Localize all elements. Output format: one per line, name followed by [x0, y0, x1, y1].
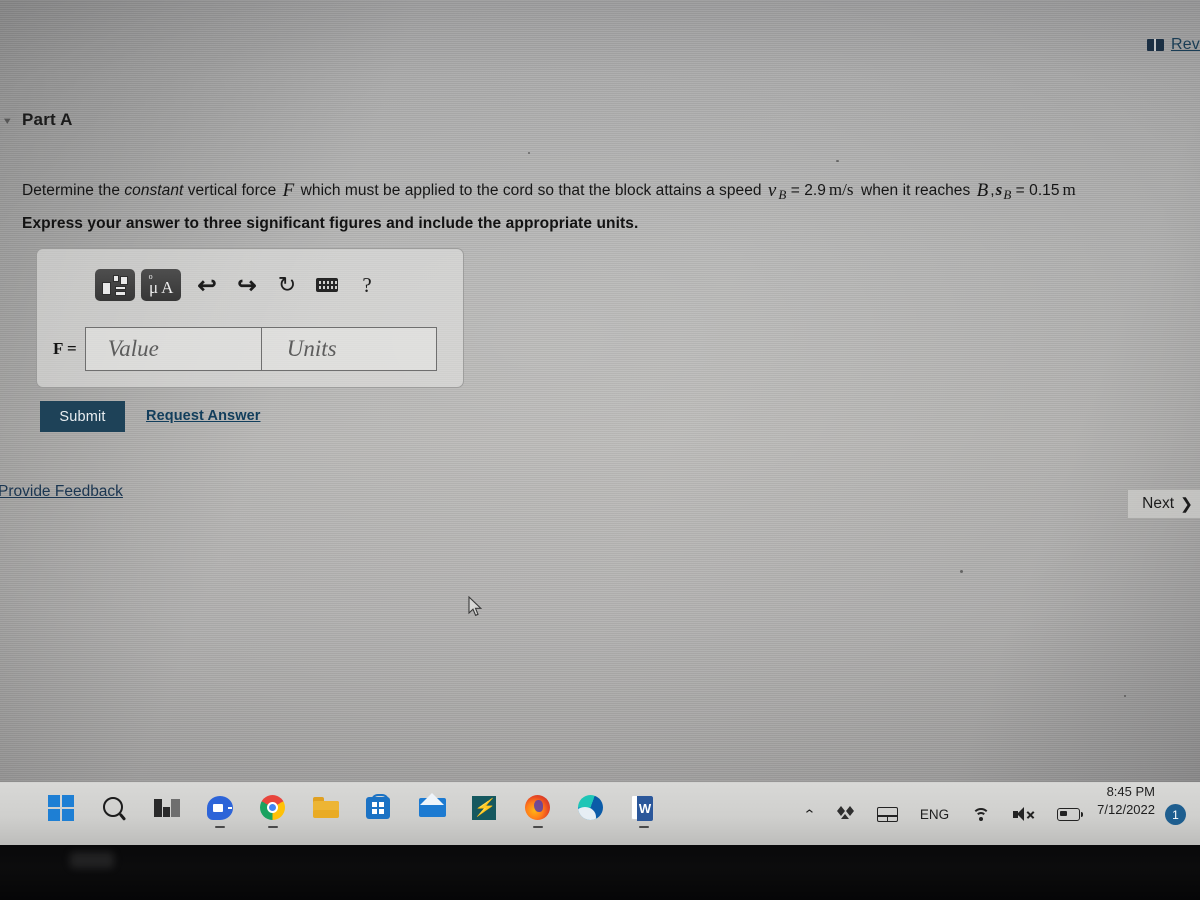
clock-time: 8:45 PM: [1106, 784, 1155, 799]
mouse-pointer: [468, 596, 483, 617]
chrome-app[interactable]: [260, 795, 286, 828]
touchpad-tray-icon[interactable]: [866, 783, 909, 846]
dust-speck: [1124, 695, 1126, 697]
request-answer-link[interactable]: Request Answer: [146, 408, 260, 424]
help-icon[interactable]: ?: [347, 269, 387, 301]
search-icon: [103, 797, 123, 817]
next-label: Next: [1142, 495, 1174, 512]
question-emphasis: constant: [124, 182, 184, 199]
network-tray-icon[interactable]: [960, 783, 1002, 846]
system-tray: ⌃ ENG 8:45 PM 7/12/2022 1: [793, 783, 1190, 846]
folder-icon: [313, 797, 339, 818]
keyboard-glyph: [316, 278, 338, 292]
question-mid1: vertical force: [183, 182, 281, 199]
math-var-F: F: [282, 180, 295, 201]
dust-speck: [528, 152, 530, 154]
math-unit-speed: m/s: [828, 180, 854, 199]
dust-speck: [836, 160, 839, 162]
word-icon: [631, 795, 654, 821]
question-lead: Determine the: [22, 182, 125, 199]
question-mid2: which must be applied to the cord so tha…: [296, 182, 766, 199]
start-button[interactable]: [48, 795, 74, 821]
monitor-bezel: [0, 845, 1200, 900]
undo-icon[interactable]: ↩: [187, 269, 227, 301]
keyboard-icon[interactable]: [307, 269, 347, 301]
running-indicator: [639, 826, 649, 828]
chevron-right-icon: ❯: [1180, 495, 1193, 513]
answer-field-row: F = Value Units: [53, 327, 437, 371]
template-icon[interactable]: [95, 269, 135, 301]
running-indicator: [215, 826, 225, 828]
taskbar-app-list: ⚡: [48, 793, 657, 828]
next-button[interactable]: Next ❯: [1127, 489, 1200, 519]
redo-icon[interactable]: ↪: [227, 269, 267, 301]
answer-panel: μoA ↩ ↪ ↻ ? F = Value Units: [36, 248, 464, 388]
monitor-screen-area: Rev ▾ Part A Determine the constant vert…: [0, 0, 1200, 845]
mail-icon: [419, 793, 446, 817]
dust-speck: [960, 570, 963, 573]
search-button[interactable]: [101, 795, 127, 821]
provide-feedback-link[interactable]: Provide Feedback: [0, 483, 123, 501]
store-icon: [366, 794, 390, 819]
firefox-icon: [525, 795, 550, 820]
caret-down-icon[interactable]: ▾: [4, 115, 11, 128]
teal-s-app[interactable]: ⚡: [472, 795, 498, 821]
chrome-icon: [260, 795, 285, 820]
field-label-F: F =: [53, 339, 77, 358]
answer-toolbar: μoA ↩ ↪ ↻ ?: [95, 269, 387, 301]
microsoft-store-app[interactable]: [366, 794, 392, 821]
task-view-button[interactable]: [154, 795, 180, 821]
reset-icon[interactable]: ↻: [267, 269, 307, 301]
units-input[interactable]: Units: [261, 327, 437, 371]
review-link[interactable]: Rev: [1146, 36, 1200, 54]
speaker-muted-icon: [1013, 807, 1035, 822]
review-label: Rev: [1170, 36, 1200, 53]
lightning-s-icon: ⚡: [472, 796, 496, 820]
volume-tray-icon[interactable]: [1002, 783, 1046, 846]
value-input[interactable]: Value: [84, 327, 262, 371]
tray-overflow-button[interactable]: ⌃: [789, 783, 830, 846]
mu-angstrom-glyph: μoA: [148, 272, 174, 297]
dropbox-tray-icon[interactable]: [826, 783, 866, 846]
battery-icon: [1057, 808, 1084, 821]
dropbox-icon: [836, 806, 855, 823]
notification-badge[interactable]: 1: [1165, 804, 1186, 825]
clock-date: 7/12/2022: [1097, 801, 1155, 817]
units-mu-angstrom-icon[interactable]: μoA: [141, 269, 181, 301]
question-text: Determine the constant vertical force F …: [22, 180, 1079, 203]
running-indicator: [533, 826, 543, 828]
question-instruction: Express your answer to three significant…: [22, 215, 639, 232]
math-eq-dist: = 0.15: [1011, 182, 1060, 199]
screenshot-root: Rev ▾ Part A Determine the constant vert…: [0, 0, 1200, 900]
word-app[interactable]: [631, 795, 657, 828]
bezel-reflection: [70, 852, 114, 868]
math-var-v: v: [767, 180, 777, 201]
mail-app[interactable]: [419, 793, 446, 821]
wifi-icon: [971, 807, 991, 822]
running-indicator: [268, 826, 278, 828]
zoom-icon: [207, 796, 233, 820]
firefox-app[interactable]: [525, 795, 551, 828]
submit-button[interactable]: Submit: [40, 401, 125, 432]
file-explorer-app[interactable]: [313, 795, 339, 821]
windows-taskbar: ⚡ ⌃ ENG: [0, 782, 1200, 845]
template-glyph: [102, 274, 128, 296]
edge-app[interactable]: [578, 795, 604, 821]
math-unit-dist: m: [1062, 180, 1076, 199]
touchpad-icon: [876, 807, 898, 822]
question-comma: ,: [990, 182, 995, 199]
math-var-B: B: [976, 180, 989, 201]
battery-tray-icon[interactable]: [1046, 783, 1091, 846]
question-mid3: when it reaches: [856, 182, 975, 199]
zoom-app[interactable]: [207, 795, 233, 828]
page-title: Part A: [22, 110, 73, 129]
language-indicator[interactable]: ENG: [909, 783, 960, 846]
edge-icon: [578, 795, 603, 820]
clock[interactable]: 8:45 PM 7/12/2022: [1091, 783, 1165, 846]
math-eq-speed: = 2.9: [786, 182, 826, 199]
book-icon: [1146, 39, 1164, 51]
